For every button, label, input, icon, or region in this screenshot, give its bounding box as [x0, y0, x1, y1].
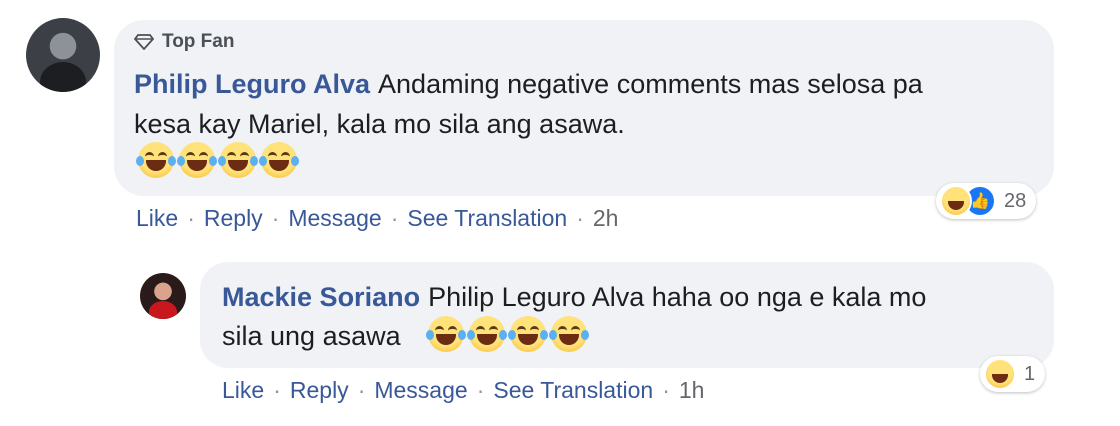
comment-text: Andaming negative comments mas selosa pa	[378, 69, 923, 99]
see-translation-link[interactable]: See Translation	[493, 377, 653, 404]
comment-text-line-1: Philip Leguro Alva Andaming negative comm…	[134, 69, 923, 100]
reply-link[interactable]: Reply	[290, 377, 349, 404]
reply-avatar[interactable]	[140, 273, 186, 319]
separator-dot: ·	[271, 205, 280, 231]
laugh-cry-emoji-icon	[508, 316, 548, 352]
comment-author[interactable]: Philip Leguro Alva	[134, 69, 370, 99]
separator-dot: ·	[662, 377, 670, 403]
like-link[interactable]: Like	[136, 205, 178, 232]
laugh-cry-emoji-icon	[426, 316, 466, 352]
separator-dot: ·	[273, 377, 281, 403]
comment-text-line-2: kesa kay Mariel, kala mo sila ang asawa.	[134, 109, 625, 139]
laugh-cry-emoji-icon	[218, 142, 258, 178]
reply-author[interactable]: Mackie Soriano	[222, 282, 420, 312]
top-fan-badge: Top Fan	[134, 31, 234, 53]
message-link[interactable]: Message	[288, 205, 381, 232]
reply-text-end: sila ung asawa	[222, 321, 401, 351]
laugh-cry-emoji-icon	[259, 142, 299, 178]
reply-text-line-2: sila ung asawa	[222, 321, 401, 352]
comment-reactions[interactable]: 👍 28	[936, 183, 1037, 219]
separator-dot: ·	[357, 377, 366, 403]
reply-link[interactable]: Reply	[204, 205, 263, 232]
reply-text-line-1: Mackie Soriano Philip Leguro Alva haha oo…	[222, 282, 926, 313]
reply-emoji-row	[426, 316, 589, 352]
reaction-count: 1	[1024, 362, 1036, 385]
laugh-cry-emoji-icon	[549, 316, 589, 352]
reply-reactions[interactable]: 1	[980, 356, 1046, 392]
separator-dot: ·	[476, 377, 485, 403]
commenter-avatar[interactable]	[26, 18, 100, 92]
message-link[interactable]: Message	[374, 377, 467, 404]
timestamp[interactable]: 1h	[679, 377, 705, 404]
top-fan-label: Top Fan	[162, 31, 235, 52]
reply-bubble	[200, 262, 1054, 368]
separator-dot: ·	[390, 205, 399, 231]
laugh-cry-emoji-icon	[467, 316, 507, 352]
like-link[interactable]: Like	[222, 377, 264, 404]
comment-actions: Like · Reply · Message · See Translation…	[136, 205, 618, 232]
reaction-count: 28	[1004, 189, 1027, 212]
diamond-icon	[134, 34, 154, 50]
haha-reaction-icon	[984, 358, 1016, 390]
laugh-cry-emoji-icon	[136, 142, 176, 178]
reply-text: Philip Leguro Alva haha oo nga e kala mo	[428, 282, 927, 312]
haha-reaction-icon	[940, 185, 972, 217]
see-translation-link[interactable]: See Translation	[407, 205, 567, 232]
reply-actions: Like · Reply · Message · See Translation…	[222, 377, 704, 404]
separator-dot: ·	[187, 205, 195, 231]
laugh-cry-emoji-icon	[177, 142, 217, 178]
comment-emoji-row	[136, 142, 299, 178]
timestamp[interactable]: 2h	[593, 205, 619, 232]
separator-dot: ·	[576, 205, 584, 231]
